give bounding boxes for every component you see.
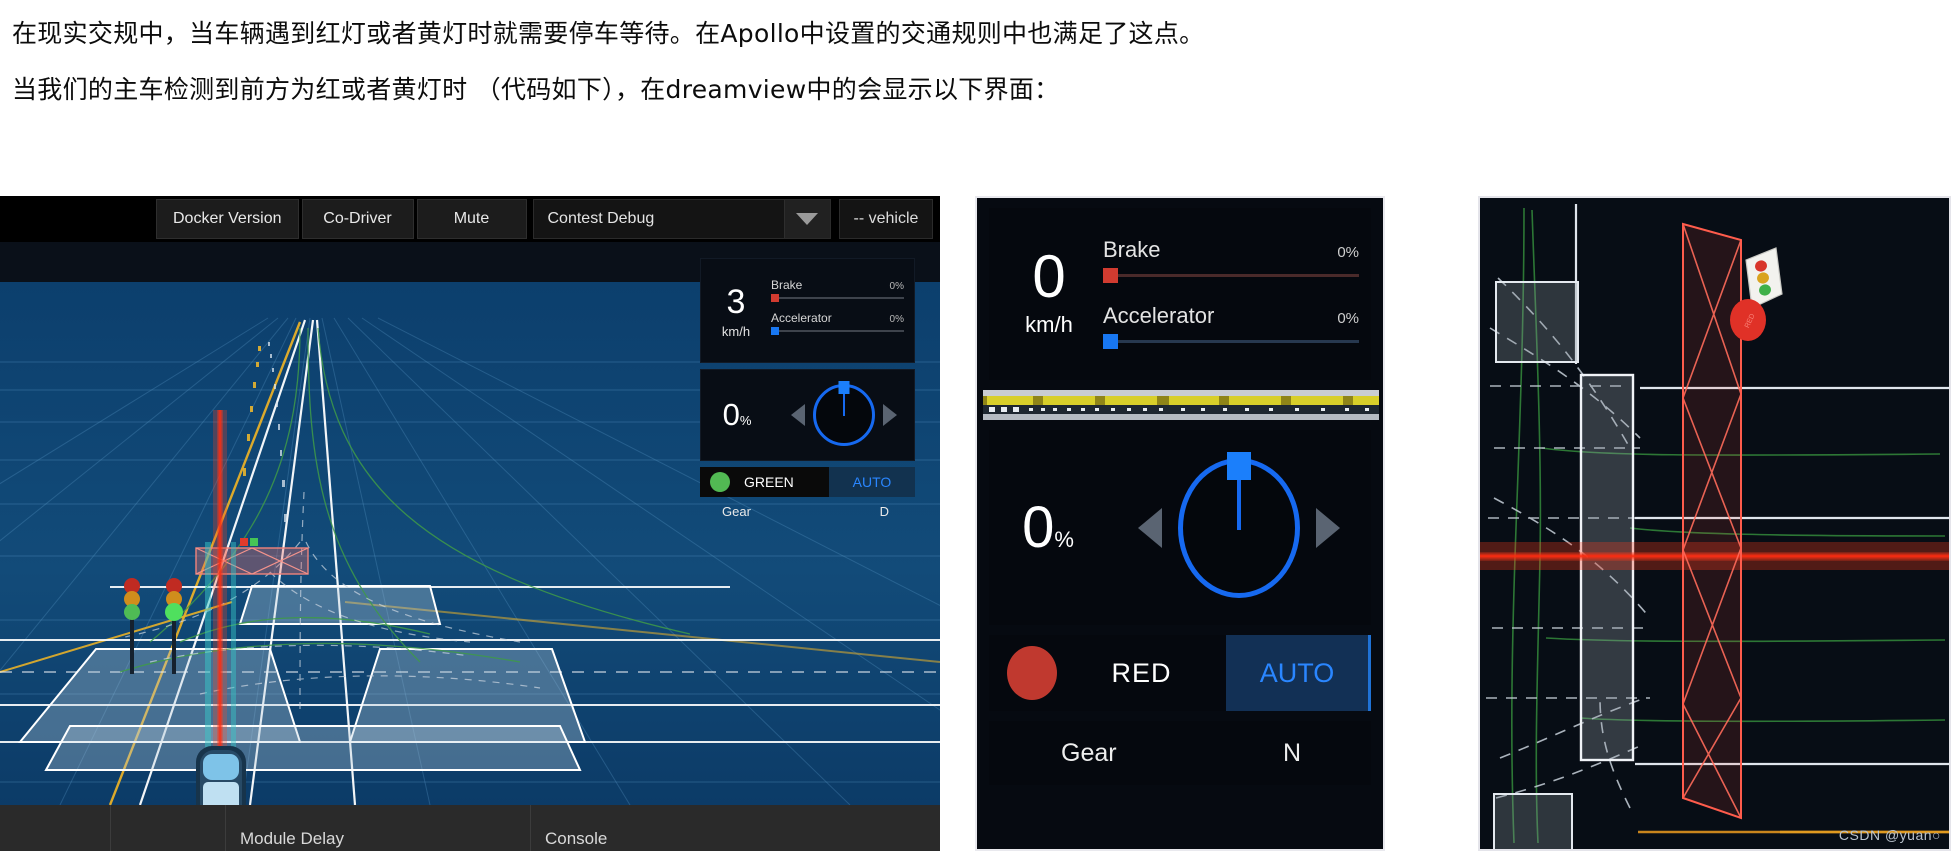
brake-label: Brake bbox=[771, 277, 803, 292]
accelerator-row-zoom: Accelerator 0% bbox=[1103, 303, 1359, 329]
article-line-1: 在现实交规中，当车辆遇到红灯或者黄灯时就需要停车等待。在Apollo中设置的交通… bbox=[12, 19, 1205, 48]
page-root: 在现实交规中，当车辆遇到红灯或者黄灯时就需要停车等待。在Apollo中设置的交通… bbox=[0, 0, 1951, 851]
mode-select-value: Contest Debug bbox=[547, 210, 655, 227]
road-strip-decoration bbox=[983, 390, 1379, 420]
hud-speed-pedals: 3 km/h Brake 0% Accelerator 0% bbox=[700, 258, 915, 363]
vehicle-select[interactable]: -- vehicle bbox=[838, 199, 934, 239]
docker-version-button[interactable]: Docker Version bbox=[156, 199, 299, 239]
traffic-signal-status: GREEN AUTO bbox=[700, 467, 915, 497]
mode-select[interactable]: Contest Debug bbox=[532, 199, 831, 239]
scene-3d-view[interactable]: 3 km/h Brake 0% Accelerator 0% 0% GREEN … bbox=[0, 242, 940, 805]
brake-bar bbox=[771, 293, 904, 302]
watermark-text: CSDN @yuan○ bbox=[1838, 827, 1941, 843]
hud-overlay: 3 km/h Brake 0% Accelerator 0% 0% GREEN … bbox=[700, 258, 915, 525]
steer-right-icon-zoom bbox=[1316, 507, 1340, 548]
brake-label-zoom: Brake bbox=[1103, 237, 1161, 262]
hud-speed-pedals-zoom: 0 km/h Brake 0% Accelerator 0% bbox=[989, 208, 1371, 380]
gear-row: Gear D bbox=[700, 497, 915, 525]
signal-light-indicator bbox=[710, 472, 730, 492]
signal-light-indicator-zoom bbox=[1007, 646, 1057, 700]
accelerator-label-zoom: Accelerator bbox=[1103, 303, 1215, 328]
steering-value-zoom: 0 bbox=[1022, 495, 1055, 560]
gear-label: Gear bbox=[722, 503, 751, 519]
accelerator-bar bbox=[771, 326, 904, 335]
drive-mode-badge-zoom: AUTO bbox=[1226, 635, 1371, 711]
chevron-down-icon[interactable] bbox=[783, 200, 830, 238]
bottom-spacer bbox=[0, 805, 110, 851]
hud-steering: 0% bbox=[700, 369, 915, 461]
accelerator-label: Accelerator bbox=[771, 310, 832, 325]
dreamview-panel-full: Docker Version Co-Driver Mute Contest De… bbox=[0, 196, 940, 851]
accelerator-percent-zoom: 0% bbox=[1337, 310, 1359, 327]
brake-row-zoom: Brake 0% bbox=[1103, 237, 1359, 263]
bottom-tab-bar: Module Delay Console bbox=[0, 805, 940, 851]
stopline-scene-svg: RED bbox=[1480, 198, 1949, 849]
steering-wheel-group-zoom bbox=[1107, 451, 1371, 598]
accelerator-percent: 0% bbox=[889, 313, 904, 325]
brake-bar-zoom bbox=[1103, 268, 1359, 283]
gear-value-zoom: N bbox=[1282, 738, 1301, 767]
dreamview-toolbar: Docker Version Co-Driver Mute Contest De… bbox=[0, 196, 940, 242]
speed-value: 3 bbox=[726, 282, 746, 321]
steering-wheel-icon bbox=[812, 381, 875, 446]
steering-value: 0 bbox=[722, 397, 740, 432]
steer-left-icon bbox=[790, 404, 805, 426]
steer-left-icon-zoom bbox=[1138, 507, 1162, 548]
hud-steering-zoom: 0% bbox=[989, 430, 1371, 625]
brake-percent: 0% bbox=[889, 280, 904, 292]
accelerator-row: Accelerator 0% bbox=[771, 311, 904, 325]
signal-label-zoom: RED bbox=[1111, 657, 1172, 688]
speed-readout: 3 km/h bbox=[701, 283, 771, 339]
speed-readout-zoom: 0 km/h bbox=[995, 243, 1103, 338]
drive-mode-badge: AUTO bbox=[829, 467, 915, 497]
speed-value-zoom: 0 bbox=[1032, 243, 1066, 310]
steering-wheel-icon-zoom bbox=[1178, 451, 1300, 598]
dreamview-panel-stopline-zoom[interactable]: RED CSDN @yuan○ bbox=[1478, 196, 1951, 851]
dreamview-panel-hud-zoom: 0 km/h Brake 0% Accelerator 0% 0% RED AU… bbox=[975, 196, 1385, 851]
speed-unit-zoom: km/h bbox=[1025, 312, 1073, 337]
steering-unit: % bbox=[739, 413, 752, 428]
mute-button[interactable]: Mute bbox=[416, 199, 527, 239]
signal-label: GREEN bbox=[744, 474, 794, 490]
module-delay-tab[interactable]: Module Delay bbox=[225, 805, 530, 851]
gear-value: D bbox=[879, 503, 889, 519]
gear-row-zoom: Gear N bbox=[989, 721, 1371, 785]
speed-unit: km/h bbox=[721, 323, 751, 339]
screenshot-panels: Docker Version Co-Driver Mute Contest De… bbox=[0, 196, 1951, 851]
article-text: 在现实交规中，当车辆遇到红灯或者黄灯时就需要停车等待。在Apollo中设置的交通… bbox=[12, 6, 1712, 118]
bottom-spacer-2 bbox=[110, 805, 225, 851]
pedal-meters: Brake 0% Accelerator 0% bbox=[771, 278, 914, 344]
ego-vehicle bbox=[196, 746, 246, 805]
steering-readout-zoom: 0% bbox=[989, 494, 1107, 561]
console-tab[interactable]: Console bbox=[530, 805, 940, 851]
brake-percent-zoom: 0% bbox=[1337, 244, 1359, 261]
brake-row: Brake 0% bbox=[771, 278, 904, 292]
steering-unit-zoom: % bbox=[1054, 527, 1074, 552]
gear-label-zoom: Gear bbox=[1061, 738, 1117, 767]
pedal-meters-zoom: Brake 0% Accelerator 0% bbox=[1103, 237, 1359, 351]
accelerator-bar-zoom bbox=[1103, 334, 1359, 349]
traffic-signal-status-zoom: RED AUTO bbox=[989, 635, 1371, 711]
co-driver-button[interactable]: Co-Driver bbox=[301, 199, 414, 239]
steering-readout: 0% bbox=[701, 397, 773, 433]
article-line-2: 当我们的主车检测到前方为红或者黄灯时 （代码如下），在dreamview中的会显… bbox=[12, 75, 1060, 104]
steer-right-icon bbox=[882, 404, 897, 426]
